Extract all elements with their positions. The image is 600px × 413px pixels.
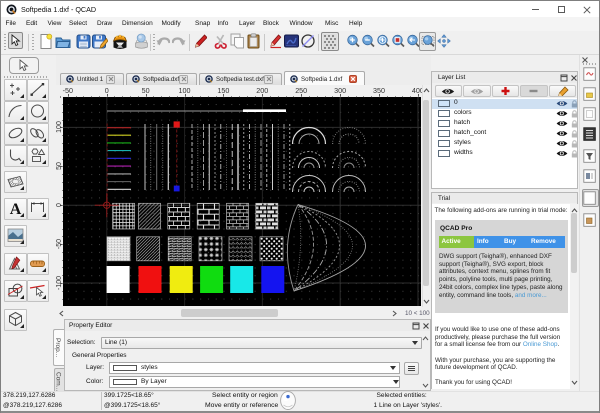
- svg-text:A: A: [9, 201, 21, 217]
